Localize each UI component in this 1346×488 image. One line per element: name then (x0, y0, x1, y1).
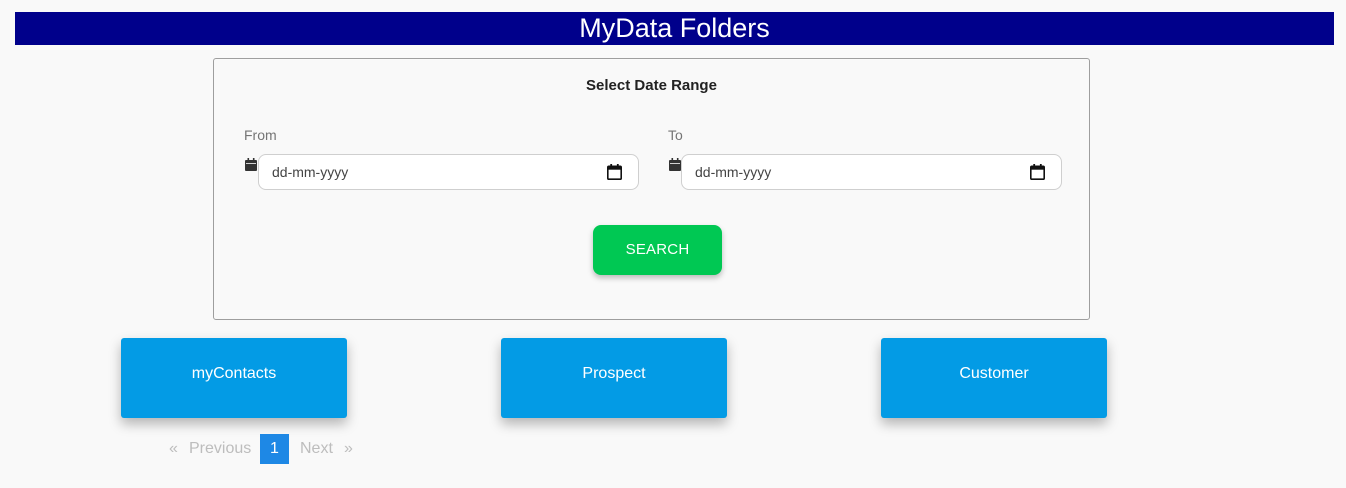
to-label: To (668, 127, 683, 143)
to-date-placeholder: dd-mm-yyyy (695, 164, 772, 180)
next-link[interactable]: Next (300, 434, 333, 464)
to-date-input[interactable]: dd-mm-yyyy (681, 154, 1062, 190)
folder-mycontacts[interactable]: myContacts (121, 338, 347, 418)
page-title: MyData Folders (15, 12, 1334, 45)
from-date-input[interactable]: dd-mm-yyyy (258, 154, 639, 190)
calendar-picker-icon[interactable] (607, 164, 622, 180)
calendar-icon (669, 158, 681, 171)
calendar-picker-icon[interactable] (1030, 164, 1045, 180)
search-button[interactable]: SEARCH (593, 225, 722, 275)
from-date-placeholder: dd-mm-yyyy (272, 164, 349, 180)
next-arrow[interactable]: » (344, 434, 353, 464)
folder-prospect[interactable]: Prospect (501, 338, 727, 418)
previous-link[interactable]: Previous (189, 434, 251, 464)
calendar-icon (245, 158, 257, 171)
from-label: From (244, 127, 277, 143)
date-range-panel: Select Date Range From dd-mm-yyyy To dd-… (213, 58, 1090, 320)
folder-customer[interactable]: Customer (881, 338, 1107, 418)
current-page[interactable]: 1 (260, 434, 289, 464)
previous-arrow[interactable]: « (169, 434, 178, 464)
panel-heading: Select Date Range (586, 77, 717, 94)
